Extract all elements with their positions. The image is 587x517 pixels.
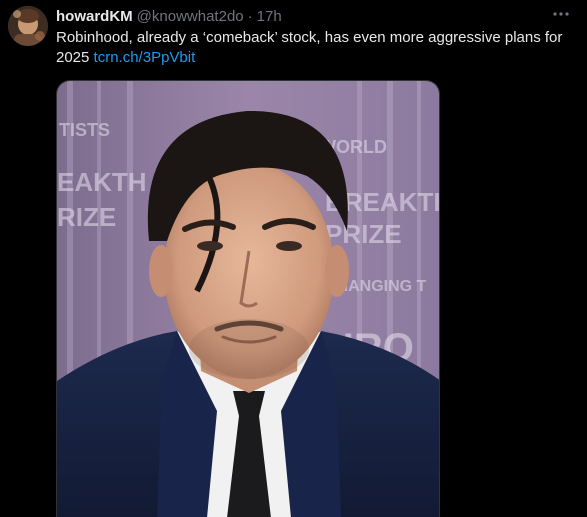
backdrop-text-1: TISTS bbox=[59, 120, 110, 140]
tweet[interactable]: howardKM @knowwhat2do · 17h Robinhood, a… bbox=[0, 0, 587, 517]
more-horizontal-icon[interactable] bbox=[549, 4, 573, 26]
user-handle[interactable]: @knowwhat2do bbox=[137, 8, 244, 25]
media-photo: TISTS WORLD EAKTH RIZE BREAKTH PRIZE CHA… bbox=[57, 81, 439, 517]
avatar-image bbox=[8, 6, 48, 46]
backdrop-text-6: PRIZE bbox=[325, 219, 402, 249]
backdrop-text-3: EAKTH bbox=[57, 167, 147, 197]
display-name[interactable]: howardKM bbox=[56, 8, 133, 25]
separator-dot: · bbox=[247, 7, 253, 25]
backdrop-text-4: RIZE bbox=[57, 202, 116, 232]
tweet-text: Robinhood, already a ‘comeback’ stock, h… bbox=[56, 28, 576, 68]
avatar[interactable] bbox=[8, 6, 48, 46]
tweet-link[interactable]: tcrn.ch/3PpVbit bbox=[94, 49, 196, 66]
tweet-media-image[interactable]: TISTS WORLD EAKTH RIZE BREAKTH PRIZE CHA… bbox=[56, 80, 440, 517]
timestamp[interactable]: 17h bbox=[257, 8, 282, 25]
tweet-header: howardKM @knowwhat2do · 17h bbox=[56, 6, 282, 26]
